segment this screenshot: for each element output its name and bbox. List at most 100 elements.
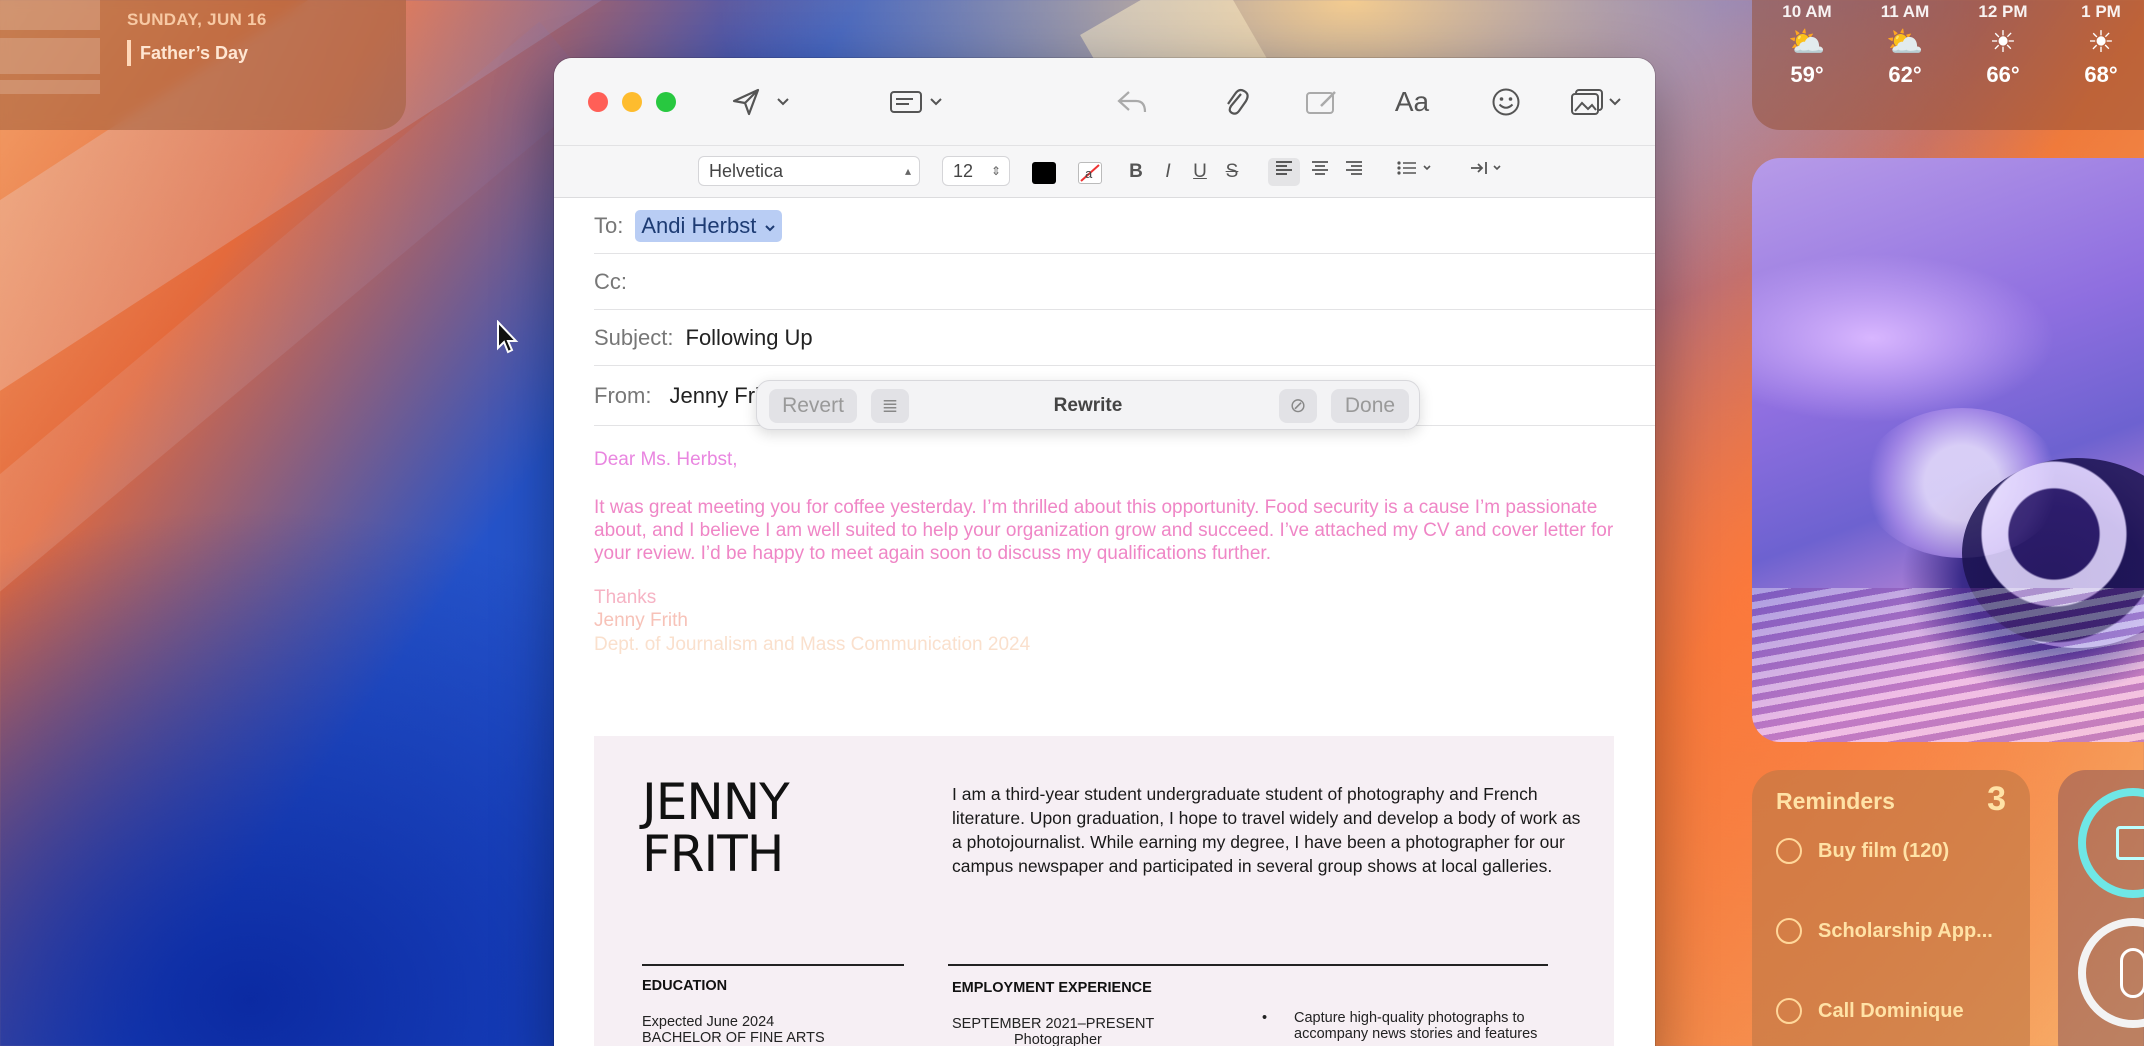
weather-time: 1 PM xyxy=(2081,2,2121,21)
resume-name-line: FRITH xyxy=(642,825,784,883)
strikethrough-button[interactable]: S xyxy=(1220,158,1244,186)
photo-browser-button[interactable] xyxy=(1564,80,1628,124)
recipient-token[interactable]: Andi Herbst xyxy=(635,209,783,242)
resume-attachment-preview[interactable]: JENNY FRITH I am a third-year student un… xyxy=(594,736,1614,1046)
employment-bullet-line: Capture high-quality photographs to xyxy=(1294,1010,1525,1026)
batteries-widget[interactable] xyxy=(2058,770,2144,1046)
format-bar: Helvetica ▴ 12 ⇕ a B I U S xyxy=(554,146,1655,198)
background-color-swatch[interactable]: a xyxy=(1078,162,1102,184)
to-field-row[interactable]: To: Andi Herbst xyxy=(594,198,1655,254)
up-down-chevron-icon: ▴ xyxy=(904,164,911,178)
send-button[interactable] xyxy=(724,80,768,124)
cc-label: Cc: xyxy=(594,268,627,294)
align-right-icon xyxy=(1346,161,1362,175)
attach-button[interactable] xyxy=(1214,80,1258,124)
cc-field-row[interactable]: Cc: xyxy=(594,254,1655,310)
svg-text:a: a xyxy=(1085,166,1093,181)
underline-button[interactable]: U xyxy=(1188,158,1212,186)
partly-cloudy-icon: ⛅ xyxy=(1788,26,1826,59)
weather-temp: 68° xyxy=(2084,62,2118,87)
align-center-icon xyxy=(1312,161,1328,175)
sun-icon: ☀ xyxy=(2087,26,2115,59)
calendar-date: SUNDAY, JUN 16 xyxy=(127,10,267,29)
done-button[interactable]: Done xyxy=(1331,389,1409,423)
font-family-value: Helvetica xyxy=(709,161,784,181)
font-size-value: 12 xyxy=(953,161,974,181)
subject-label: Subject: xyxy=(594,324,674,350)
photo-widget[interactable] xyxy=(1752,158,2144,742)
resume-name-line: JENNY xyxy=(642,773,790,831)
summarize-icon[interactable]: ≣ xyxy=(871,389,909,423)
font-size-select[interactable]: 12 ⇕ xyxy=(942,156,1010,186)
email-greeting[interactable]: Dear Ms. Herbst, xyxy=(594,448,1614,471)
checkbox-circle-icon[interactable] xyxy=(1776,918,1802,944)
emoji-button[interactable] xyxy=(1484,80,1528,124)
to-label: To: xyxy=(594,212,624,238)
list-style-button[interactable] xyxy=(1392,158,1438,186)
chevron-down-icon xyxy=(777,98,789,106)
indent-icon xyxy=(1471,162,1501,174)
no-color-icon: a xyxy=(1080,164,1100,182)
reminder-label: Call Dominique xyxy=(1818,999,1964,1022)
subject-field-row[interactable]: Subject: Following Up xyxy=(594,310,1655,366)
calendar-block xyxy=(0,80,100,94)
close-window-button[interactable] xyxy=(588,92,608,112)
text-color-swatch[interactable] xyxy=(1032,162,1056,184)
weather-widget[interactable]: 10 AM ⛅ 59° 11 AM ⛅ 62° 12 PM ☀ 66° 1 PM… xyxy=(1752,0,2144,130)
reminder-item[interactable]: Buy film (120) xyxy=(1776,836,1949,866)
weather-hour: 10 AM ⛅ 59° xyxy=(1762,2,1852,88)
reply-button[interactable] xyxy=(1110,80,1154,124)
checkbox-circle-icon[interactable] xyxy=(1776,838,1802,864)
weather-time: 12 PM xyxy=(1978,2,2028,21)
from-select[interactable]: Jenny Fri xyxy=(669,383,759,409)
paper-plane-icon xyxy=(732,88,760,116)
education-degree: BACHELOR OF FINE ARTS xyxy=(642,1030,825,1046)
weather-hour: 12 PM ☀ 66° xyxy=(1958,2,2048,88)
bullet-icon: • xyxy=(1262,1010,1268,1026)
revert-button[interactable]: Revert xyxy=(769,389,857,423)
education-heading: EDUCATION xyxy=(642,978,728,994)
subject-input[interactable]: Following Up xyxy=(686,325,813,351)
markup-button[interactable] xyxy=(1300,80,1344,124)
email-closing[interactable]: Thanks xyxy=(594,586,1614,609)
checkbox-circle-icon[interactable] xyxy=(1776,998,1802,1024)
reminders-widget[interactable]: Reminders 3 Buy film (120) Scholarship A… xyxy=(1752,770,2030,1046)
reminders-title: Reminders xyxy=(1776,788,1895,814)
signature-department[interactable]: Dept. of Journalism and Mass Communicati… xyxy=(594,633,1614,656)
sun-icon: ☀ xyxy=(1989,26,2017,59)
employment-date: SEPTEMBER 2021–PRESENT xyxy=(952,1016,1155,1032)
battery-ring xyxy=(2078,788,2144,898)
compose-icon[interactable]: ⊘ xyxy=(1279,389,1317,423)
photo-icon xyxy=(1571,89,1603,115)
resume-bio: I am a third-year student undergraduate … xyxy=(952,784,1581,876)
chevron-down-icon xyxy=(765,224,776,231)
battery-ring xyxy=(2078,918,2144,1028)
cursor-icon xyxy=(497,320,519,354)
align-left-button[interactable] xyxy=(1268,158,1300,186)
align-center-button[interactable] xyxy=(1304,158,1336,186)
indent-button[interactable] xyxy=(1464,158,1510,186)
reminder-label: Buy film (120) xyxy=(1818,839,1950,862)
mail-compose-window[interactable]: Aa Helvetica ▴ 12 ⇕ a B I U S To: Andi H… xyxy=(554,58,1655,1046)
employment-bullet-line: accompany news stories and features xyxy=(1294,1026,1538,1042)
signature-name[interactable]: Jenny Frith xyxy=(594,609,1614,632)
header-fields-button[interactable] xyxy=(884,80,948,124)
up-down-chevron-icon: ⇕ xyxy=(990,164,1001,178)
font-family-select[interactable]: Helvetica ▴ xyxy=(698,156,920,186)
minimize-window-button[interactable] xyxy=(622,92,642,112)
font-panel-button[interactable]: Aa xyxy=(1390,80,1434,124)
calendar-event[interactable]: Father’s Day xyxy=(127,40,248,66)
rewrite-toolbar: Rewrite Revert ≣ ⊘ Done xyxy=(756,380,1420,430)
partly-cloudy-icon: ⛅ xyxy=(1886,26,1924,59)
reminder-item[interactable]: Scholarship App... xyxy=(1776,916,1993,946)
email-paragraph[interactable]: It was great meeting you for coffee yest… xyxy=(594,496,1614,565)
reminder-item[interactable]: Call Dominique xyxy=(1776,996,1964,1026)
weather-temp: 66° xyxy=(1986,62,2020,87)
bold-button[interactable]: B xyxy=(1124,158,1148,186)
photo-detail xyxy=(1752,588,2144,742)
send-options-button[interactable] xyxy=(772,80,794,124)
zoom-window-button[interactable] xyxy=(656,92,676,112)
italic-button[interactable]: I xyxy=(1156,158,1180,186)
align-right-button[interactable] xyxy=(1338,158,1370,186)
calendar-widget[interactable]: SUNDAY, JUN 16 Father’s Day xyxy=(0,0,406,130)
